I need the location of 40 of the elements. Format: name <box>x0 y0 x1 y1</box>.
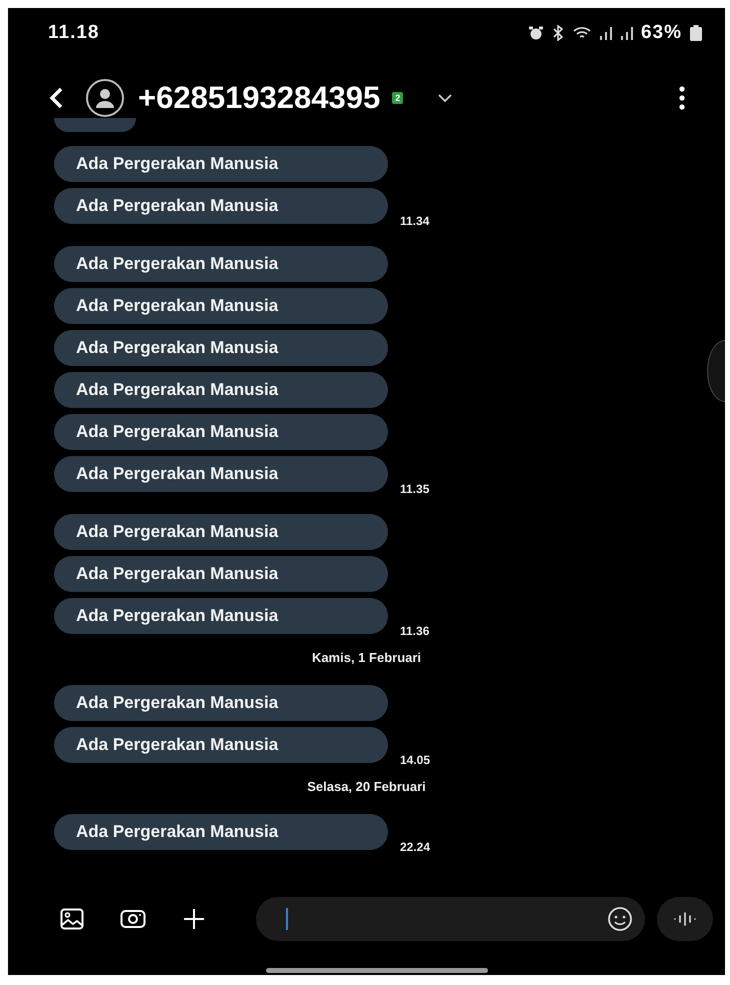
message-time: 11.34 <box>400 214 430 228</box>
date-separator: Selasa, 20 Februari <box>307 779 426 794</box>
message-bubble: Ada Pergerakan Manusia <box>54 514 388 550</box>
bluetooth-icon <box>550 25 565 41</box>
message-time: 14.05 <box>400 753 430 767</box>
voice-button[interactable] <box>657 897 713 941</box>
message-bubble: Ada Pergerakan Manusia <box>54 288 388 324</box>
message-bubble: Ada Pergerakan Manusia <box>54 456 388 492</box>
message-bubble: Ada Pergerakan Manusia <box>54 146 388 182</box>
battery-percent: 63% <box>640 22 682 44</box>
message-bubble: Ada Pergerakan Manusia <box>54 727 388 763</box>
chevron-down-icon[interactable] <box>437 93 454 103</box>
battery-icon <box>689 25 703 41</box>
date-separator: Kamis, 1 Februari <box>312 650 422 665</box>
message-time: 11.35 <box>400 482 430 496</box>
signal-icon <box>598 26 613 40</box>
message-bubble: Ada Pergerakan Manusia <box>54 598 388 634</box>
plus-icon[interactable] <box>182 907 206 931</box>
message-bubble: Ada Pergerakan Manusia <box>54 814 388 850</box>
message-bubble: Ada Pergerakan Manusia <box>54 246 388 282</box>
message-time: 11.36 <box>400 624 430 638</box>
sim-badge: 2 <box>392 92 404 104</box>
alarm-icon <box>528 26 544 40</box>
message-bubble: Ada Pergerakan Manusia <box>54 330 388 366</box>
message-time: 22.24 <box>400 840 430 854</box>
message-bubble: Ada Pergerakan Manusia <box>54 414 388 450</box>
status-time: 11.18 <box>48 22 100 44</box>
message-input-field[interactable] <box>256 897 645 941</box>
contact-number: +6285193284395 <box>138 80 380 116</box>
waveform-icon <box>674 912 696 926</box>
gallery-icon[interactable] <box>60 908 84 930</box>
more-icon[interactable] <box>679 86 685 110</box>
message-bubble: Ada Pergerakan Manusia <box>54 556 388 592</box>
message-bubble: Ada Pergerakan Manusia <box>54 188 388 224</box>
back-icon[interactable] <box>48 86 64 110</box>
signal-icon <box>620 26 634 40</box>
message-bubble: Ada Pergerakan Manusia <box>54 372 388 408</box>
message-bubble: Ada Pergerakan Manusia <box>54 685 388 721</box>
emoji-icon[interactable] <box>607 906 633 932</box>
camera-icon[interactable] <box>120 909 146 929</box>
